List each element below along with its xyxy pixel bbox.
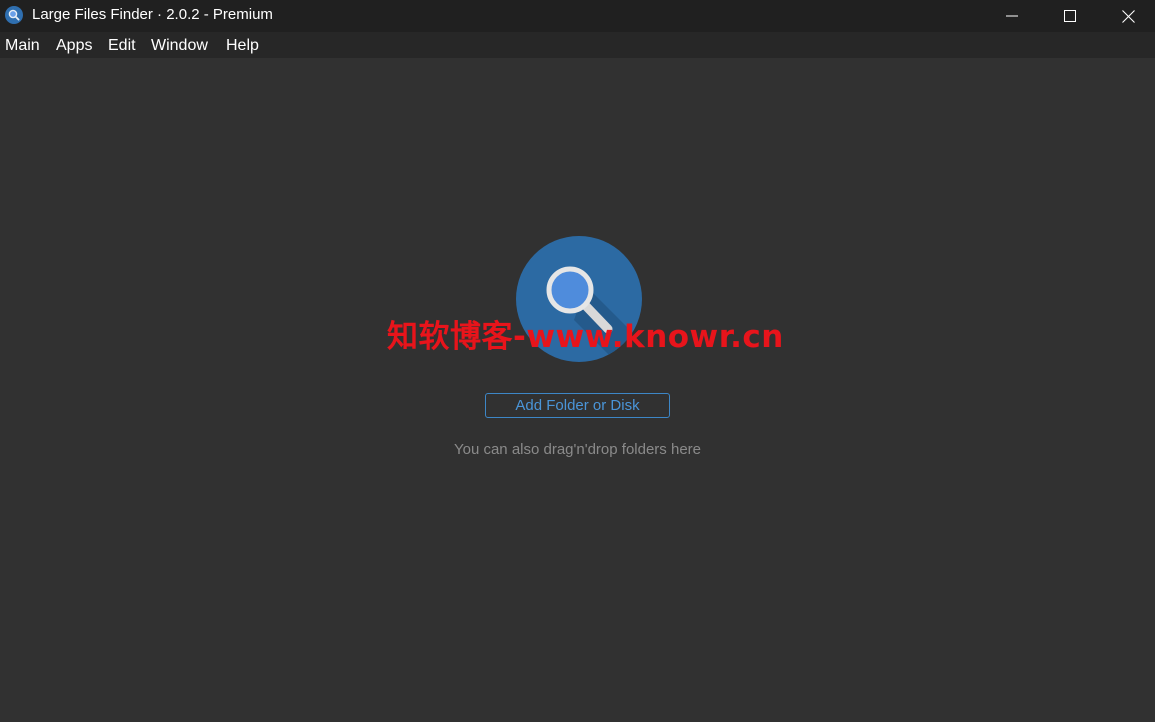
minimize-icon: [1006, 10, 1018, 22]
maximize-button[interactable]: [1041, 0, 1099, 32]
menu-bar: Main Apps Edit Window Help: [0, 32, 1155, 58]
add-folder-or-disk-button[interactable]: Add Folder or Disk: [485, 393, 670, 418]
window-title: Large Files Finder · 2.0.2 - Premium: [32, 6, 273, 23]
app-magnifier-icon: [5, 6, 23, 24]
close-button[interactable]: [1099, 0, 1155, 32]
menu-main[interactable]: Main: [5, 37, 40, 55]
close-icon: [1121, 9, 1135, 23]
minimize-button[interactable]: [983, 0, 1041, 32]
title-bar[interactable]: Large Files Finder · 2.0.2 - Premium: [0, 0, 1155, 32]
menu-edit[interactable]: Edit: [108, 37, 136, 55]
watermark-text: 知软博客-www.knowr.cn: [387, 319, 784, 355]
menu-window[interactable]: Window: [151, 37, 208, 55]
menu-help[interactable]: Help: [226, 37, 259, 55]
maximize-icon: [1064, 10, 1076, 22]
drag-drop-hint: You can also drag'n'drop folders here: [453, 441, 701, 458]
drop-zone[interactable]: 知软博客-www.knowr.cn Add Folder or Disk You…: [0, 58, 1155, 722]
menu-apps[interactable]: Apps: [56, 37, 92, 55]
